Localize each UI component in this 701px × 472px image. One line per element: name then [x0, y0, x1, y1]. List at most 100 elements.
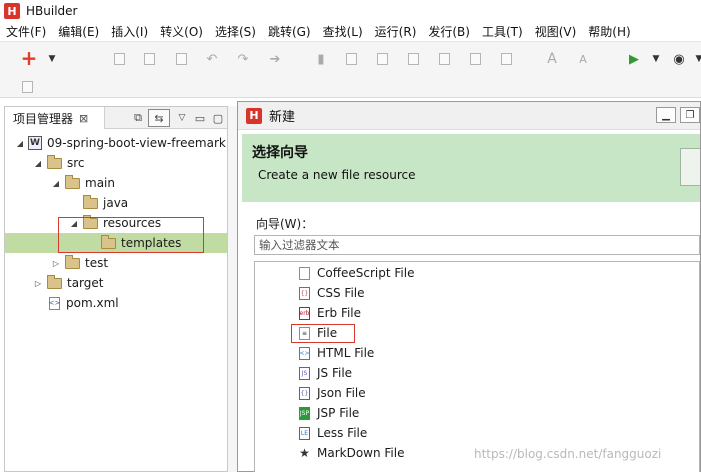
- wizard-label: 向导(W)：: [256, 217, 314, 231]
- menu-help[interactable]: 帮助(H): [582, 22, 636, 42]
- menu-edit[interactable]: 编辑(E): [52, 22, 105, 42]
- wizard-filter-input[interactable]: 输入过滤器文本: [254, 235, 700, 255]
- redo-icon[interactable]: ↷: [234, 50, 252, 68]
- menu-run[interactable]: 运行(R): [369, 22, 423, 42]
- undo-icon[interactable]: ↶: [203, 50, 221, 68]
- tree-item-project[interactable]: ◢ W 09-spring-boot-view-freemark: [5, 133, 227, 153]
- font-increase-icon[interactable]: A: [543, 50, 561, 68]
- expanded-arrow-icon[interactable]: ◢: [15, 139, 25, 148]
- watermark: https://blog.csdn.net/fangguozi: [474, 447, 662, 461]
- folder-icon: [47, 274, 62, 289]
- menu-bar: 文件(F) 编辑(E) 插入(I) 转义(O) 选择(S) 跳转(G) 查找(L…: [0, 22, 701, 42]
- tree-item-target[interactable]: ▷ target: [5, 273, 227, 293]
- expanded-arrow-icon[interactable]: ◢: [33, 159, 43, 168]
- copy-icon[interactable]: [172, 50, 190, 68]
- tree-item-java[interactable]: java: [5, 193, 227, 213]
- window-title-bar: H HBuilder: [0, 0, 701, 22]
- app-title: HBuilder: [26, 4, 78, 18]
- font-decrease-icon[interactable]: A: [574, 50, 592, 68]
- info-icon[interactable]: [18, 78, 36, 96]
- tab-label: 项目管理器: [13, 111, 74, 126]
- list-item[interactable]: erb Erb File: [299, 303, 361, 323]
- maximize-icon[interactable]: ▢: [209, 109, 227, 127]
- banner-description: Create a new file resource: [258, 168, 416, 182]
- menu-file[interactable]: 文件(F): [0, 22, 52, 42]
- list-item[interactable]: ★ MarkDown File: [299, 443, 404, 463]
- collapsed-arrow-icon[interactable]: ▷: [33, 279, 43, 288]
- list-item[interactable]: JS JS File: [299, 363, 352, 383]
- import-icon[interactable]: [373, 50, 391, 68]
- dialog-maximize-icon[interactable]: ❐: [680, 107, 700, 123]
- tree-item-main[interactable]: ◢ main: [5, 173, 227, 193]
- json-file-icon: {}: [299, 386, 310, 400]
- run-icon[interactable]: ▶: [625, 50, 643, 68]
- tree-item-pom[interactable]: <> pom.xml: [5, 293, 227, 313]
- collapsed-arrow-icon[interactable]: ▷: [51, 259, 61, 268]
- plus-icon[interactable]: +: [20, 46, 38, 70]
- list-item-label: JS File: [317, 366, 353, 380]
- menu-find[interactable]: 查找(L): [317, 22, 369, 42]
- forward-icon[interactable]: ➔: [266, 50, 284, 68]
- list-item-label: HTML File: [317, 346, 375, 360]
- tab-project-manager[interactable]: 项目管理器 ⊠: [5, 107, 105, 129]
- menu-publish[interactable]: 发行(B): [422, 22, 476, 42]
- highlight-box: [58, 217, 204, 253]
- run-dropdown-chevron-icon[interactable]: ▼: [647, 50, 665, 68]
- list-item[interactable]: {} Json File: [299, 383, 366, 403]
- list-item-label: Erb File: [317, 306, 362, 320]
- menu-tools[interactable]: 工具(T): [476, 22, 529, 42]
- folder-icon: [47, 154, 62, 169]
- tree-item-test[interactable]: ▷ test: [5, 253, 227, 273]
- save-icon[interactable]: [110, 50, 128, 68]
- erb-file-icon: erb: [299, 306, 310, 320]
- browser-dropdown-chevron-icon[interactable]: ▼: [690, 50, 701, 68]
- tree-item-label: test: [85, 256, 109, 270]
- dialog-minimize-icon[interactable]: ▁: [656, 107, 676, 123]
- tree-item-label: main: [85, 176, 115, 190]
- folder-icon: [83, 194, 98, 209]
- tree-item-label: pom.xml: [66, 296, 119, 310]
- html-file-icon: <>: [299, 346, 310, 360]
- menu-insert[interactable]: 插入(I): [105, 22, 154, 42]
- export-icon[interactable]: [342, 50, 360, 68]
- menu-select[interactable]: 选择(S): [209, 22, 262, 42]
- dialog-title-bar: H 新建 ▁ ❐: [238, 102, 700, 130]
- menu-escape[interactable]: 转义(O): [154, 22, 209, 42]
- tree-item-src[interactable]: ◢ src: [5, 153, 227, 173]
- hbuilder-logo-icon: H: [4, 3, 20, 19]
- banner-heading: 选择向导: [252, 145, 308, 161]
- tree-item-label: java: [103, 196, 129, 210]
- less-file-icon: LE: [299, 426, 310, 440]
- collapse-all-icon[interactable]: ⧉: [129, 109, 147, 127]
- list-item[interactable]: {} CSS File: [299, 283, 365, 303]
- link-editor-icon[interactable]: ⇆: [148, 109, 170, 127]
- list-item[interactable]: CoffeeScript File: [299, 263, 414, 283]
- archive-icon[interactable]: [435, 50, 453, 68]
- wizard-banner: 选择向导 Create a new file resource: [242, 134, 700, 202]
- format-icon[interactable]: [404, 50, 422, 68]
- list-item[interactable]: <> HTML File: [299, 343, 374, 363]
- expanded-arrow-icon[interactable]: ◢: [51, 179, 61, 188]
- menu-view[interactable]: 视图(V): [529, 22, 583, 42]
- js-file-icon: JS: [299, 366, 310, 380]
- list-item-label: JSP File: [317, 406, 360, 420]
- list-item[interactable]: LE Less File: [299, 423, 367, 443]
- menu-goto[interactable]: 跳转(G): [262, 22, 317, 42]
- new-dropdown-chevron-icon[interactable]: ▼: [43, 50, 61, 68]
- review-icon[interactable]: [497, 50, 515, 68]
- bookmark-icon[interactable]: ▮: [312, 50, 330, 68]
- view-menu-chevron-icon[interactable]: ▽: [173, 109, 191, 127]
- dialog-title: 新建: [269, 110, 296, 125]
- comment-icon[interactable]: [466, 50, 484, 68]
- close-icon[interactable]: ⊠: [79, 112, 88, 125]
- minimize-icon[interactable]: ▭: [191, 109, 209, 127]
- save-all-icon[interactable]: [140, 50, 158, 68]
- jsp-file-icon: JSP: [299, 406, 310, 420]
- wizard-list: CoffeeScript File {} CSS File erb Erb Fi…: [254, 261, 700, 472]
- list-item[interactable]: JSP JSP File: [299, 403, 359, 423]
- coffee-file-icon: [299, 266, 310, 280]
- xml-file-icon: <>: [49, 296, 60, 310]
- browser-icon[interactable]: ◉: [670, 50, 688, 68]
- new-wizard-dialog: H 新建 ▁ ❐ 选择向导 Create a new file resource…: [237, 101, 701, 472]
- wizard-banner-image-icon: [680, 148, 700, 186]
